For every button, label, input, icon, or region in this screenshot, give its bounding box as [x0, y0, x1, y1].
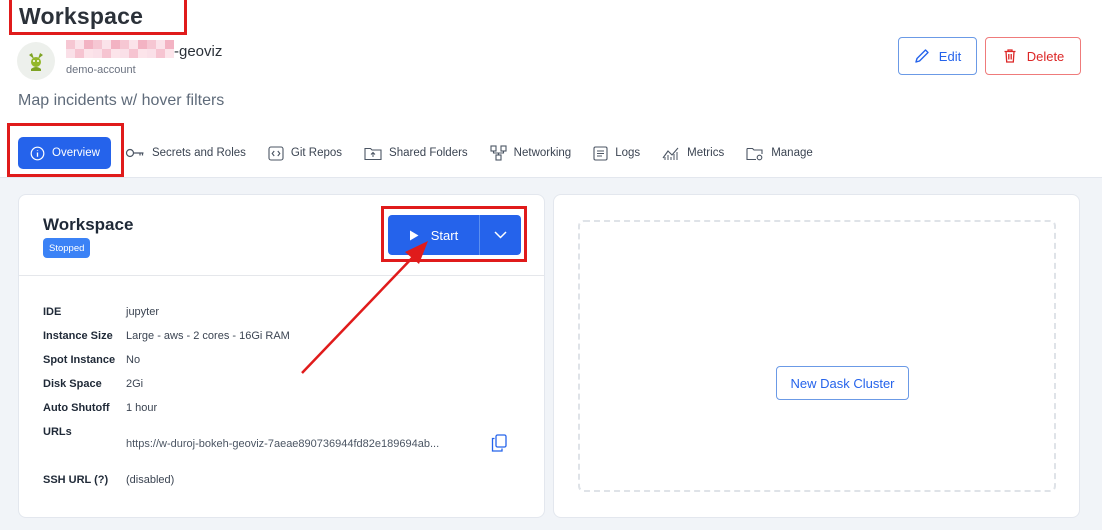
new-dask-cluster-button[interactable]: New Dask Cluster — [776, 366, 909, 400]
trash-icon — [1004, 49, 1016, 63]
start-button-group: Start — [388, 215, 521, 255]
page-title: Workspace — [19, 3, 144, 29]
tab-networking[interactable]: Networking — [479, 137, 583, 169]
start-button[interactable]: Start — [388, 215, 480, 255]
start-label: Start — [430, 227, 459, 243]
card-divider — [19, 275, 544, 276]
tab-label: Logs — [615, 147, 641, 159]
document-icon — [593, 145, 608, 161]
workspace-card: Workspace Stopped Start IDE jupyter Inst… — [18, 194, 545, 518]
tab-label: Overview — [52, 147, 100, 159]
detail-label-spot-instance: Spot Instance — [43, 354, 116, 366]
redacted-username — [66, 40, 174, 58]
detail-label-auto-shutoff: Auto Shutoff — [43, 402, 110, 414]
detail-label-ide: IDE — [43, 306, 62, 318]
metrics-icon — [662, 147, 679, 160]
logo-icon — [29, 53, 43, 71]
detail-value-ide: jupyter — [126, 306, 160, 318]
folder-icon — [364, 147, 382, 160]
tab-label: Manage — [771, 147, 813, 159]
detail-value-disk-space: 2Gi — [126, 378, 144, 390]
status-badge: Stopped — [43, 238, 91, 258]
detail-label-instance-size: Instance Size — [43, 330, 113, 342]
workspace-url[interactable]: https://w-duroj-bokeh-geoviz-7aeae890736… — [126, 438, 478, 450]
key-icon — [125, 148, 144, 158]
network-icon — [490, 145, 507, 161]
detail-label-urls: URLs — [43, 426, 72, 438]
play-icon — [409, 230, 419, 240]
pencil-icon — [915, 49, 929, 63]
edit-label: Edit — [938, 48, 962, 64]
tab-metrics[interactable]: Metrics — [651, 137, 735, 169]
chevron-down-icon — [494, 231, 507, 239]
detail-value-instance-size: Large - aws - 2 cores - 16Gi RAM — [126, 330, 290, 342]
detail-value-ssh-url: (disabled) — [126, 474, 175, 486]
info-icon — [30, 146, 45, 160]
card-title: Workspace — [43, 215, 134, 234]
workspace-header: Workspace -geoviz demo-account Map incid… — [0, 0, 1102, 178]
tab-git-repos[interactable]: Git Repos — [257, 137, 353, 169]
tab-label: Git Repos — [290, 147, 343, 159]
delete-button[interactable]: Delete — [985, 37, 1081, 75]
edit-button[interactable]: Edit — [898, 37, 977, 75]
tab-overview[interactable]: Overview — [18, 137, 111, 169]
tab-logs[interactable]: Logs — [582, 137, 651, 169]
dask-cluster-placeholder: New Dask Cluster — [578, 220, 1056, 492]
dask-cluster-card: New Dask Cluster — [553, 194, 1080, 518]
tab-label: Secrets and Roles — [151, 147, 246, 159]
account-name: demo-account — [66, 64, 136, 76]
start-options-dropdown[interactable] — [480, 215, 521, 255]
detail-label-ssh-url: SSH URL (?) — [43, 474, 109, 486]
workspace-tabs: Overview Secrets and Roles Git Repos Sha… — [18, 137, 824, 169]
delete-label: Delete — [1026, 48, 1065, 64]
tab-shared-folders[interactable]: Shared Folders — [353, 137, 479, 169]
tab-label: Shared Folders — [389, 147, 468, 159]
code-icon — [268, 145, 284, 161]
detail-value-spot-instance: No — [126, 354, 141, 366]
folder-gear-icon — [746, 147, 763, 160]
copy-icon[interactable] — [491, 434, 507, 457]
detail-label-disk-space: Disk Space — [43, 378, 102, 390]
tab-label: Networking — [513, 147, 572, 159]
workspace-name: -geoviz — [174, 43, 223, 60]
tab-manage[interactable]: Manage — [735, 137, 824, 169]
avatar — [17, 42, 55, 80]
workspace-description: Map incidents w/ hover filters — [18, 92, 225, 109]
tab-secrets-and-roles[interactable]: Secrets and Roles — [114, 137, 257, 169]
detail-value-auto-shutoff: 1 hour — [126, 402, 158, 414]
tab-label: Metrics — [687, 147, 725, 159]
